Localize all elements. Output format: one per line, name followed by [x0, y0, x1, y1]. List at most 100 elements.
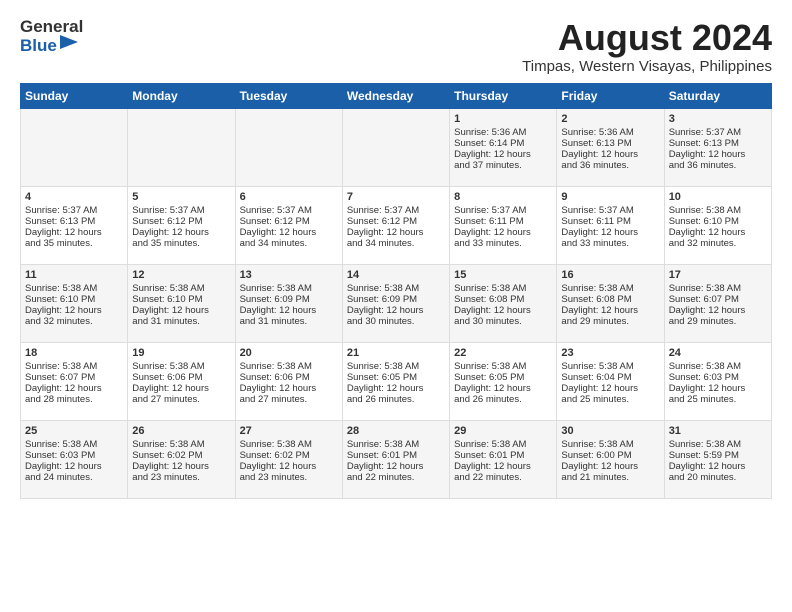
day-info: Sunset: 6:03 PM [25, 450, 123, 461]
day-number: 18 [25, 347, 123, 359]
day-number: 7 [347, 191, 445, 203]
calendar-week-1: 4Sunrise: 5:37 AMSunset: 6:13 PMDaylight… [21, 186, 772, 264]
day-info: Sunset: 6:10 PM [132, 294, 230, 305]
day-number: 20 [240, 347, 338, 359]
day-info: and 27 minutes. [132, 394, 230, 405]
day-number: 23 [561, 347, 659, 359]
day-number: 19 [132, 347, 230, 359]
day-number: 16 [561, 269, 659, 281]
day-info: Daylight: 12 hours [132, 383, 230, 394]
calendar-cell: 13Sunrise: 5:38 AMSunset: 6:09 PMDayligh… [235, 264, 342, 342]
day-number: 26 [132, 425, 230, 437]
day-info: Sunset: 6:12 PM [132, 216, 230, 227]
day-info: Sunset: 6:11 PM [561, 216, 659, 227]
day-info: Sunrise: 5:37 AM [25, 205, 123, 216]
calendar-cell [21, 108, 128, 186]
day-number: 11 [25, 269, 123, 281]
header-cell-friday: Friday [557, 83, 664, 108]
day-info: and 26 minutes. [454, 394, 552, 405]
calendar-cell: 26Sunrise: 5:38 AMSunset: 6:02 PMDayligh… [128, 420, 235, 498]
day-info: Sunrise: 5:38 AM [669, 439, 767, 450]
calendar-cell: 23Sunrise: 5:38 AMSunset: 6:04 PMDayligh… [557, 342, 664, 420]
calendar-cell: 19Sunrise: 5:38 AMSunset: 6:06 PMDayligh… [128, 342, 235, 420]
day-info: Daylight: 12 hours [454, 383, 552, 394]
day-info: Sunset: 6:00 PM [561, 450, 659, 461]
day-info: and 29 minutes. [561, 316, 659, 327]
calendar-cell: 29Sunrise: 5:38 AMSunset: 6:01 PMDayligh… [450, 420, 557, 498]
calendar-cell: 2Sunrise: 5:36 AMSunset: 6:13 PMDaylight… [557, 108, 664, 186]
day-number: 4 [25, 191, 123, 203]
day-info: and 31 minutes. [240, 316, 338, 327]
calendar-cell: 21Sunrise: 5:38 AMSunset: 6:05 PMDayligh… [342, 342, 449, 420]
day-number: 9 [561, 191, 659, 203]
page: General Blue August 2024 Timpas, Western… [0, 0, 792, 612]
day-info: Daylight: 12 hours [561, 461, 659, 472]
day-info: and 24 minutes. [25, 472, 123, 483]
day-info: and 23 minutes. [240, 472, 338, 483]
day-info: Sunset: 6:07 PM [669, 294, 767, 305]
day-info: and 36 minutes. [561, 160, 659, 171]
day-number: 13 [240, 269, 338, 281]
day-info: Sunset: 6:09 PM [347, 294, 445, 305]
day-info: Sunset: 6:13 PM [669, 138, 767, 149]
day-info: Daylight: 12 hours [669, 149, 767, 160]
day-number: 29 [454, 425, 552, 437]
day-info: Sunrise: 5:37 AM [240, 205, 338, 216]
day-info: Sunset: 6:01 PM [347, 450, 445, 461]
day-info: Sunrise: 5:38 AM [25, 283, 123, 294]
day-info: and 30 minutes. [454, 316, 552, 327]
day-number: 1 [454, 113, 552, 125]
day-info: and 25 minutes. [669, 394, 767, 405]
day-number: 15 [454, 269, 552, 281]
logo-blue: Blue [20, 37, 57, 54]
day-info: and 34 minutes. [347, 238, 445, 249]
header-row: SundayMondayTuesdayWednesdayThursdayFrid… [21, 83, 772, 108]
header-cell-tuesday: Tuesday [235, 83, 342, 108]
day-info: and 25 minutes. [561, 394, 659, 405]
calendar-cell [342, 108, 449, 186]
day-info: Daylight: 12 hours [454, 149, 552, 160]
logo-arrow-icon [60, 35, 78, 53]
header: General Blue August 2024 Timpas, Western… [20, 18, 772, 75]
calendar-header: SundayMondayTuesdayWednesdayThursdayFrid… [21, 83, 772, 108]
day-number: 10 [669, 191, 767, 203]
day-info: Sunrise: 5:38 AM [669, 361, 767, 372]
calendar-cell: 11Sunrise: 5:38 AMSunset: 6:10 PMDayligh… [21, 264, 128, 342]
day-info: Daylight: 12 hours [240, 227, 338, 238]
header-cell-wednesday: Wednesday [342, 83, 449, 108]
day-info: Daylight: 12 hours [25, 383, 123, 394]
day-info: Daylight: 12 hours [669, 305, 767, 316]
calendar-week-2: 11Sunrise: 5:38 AMSunset: 6:10 PMDayligh… [21, 264, 772, 342]
calendar-week-3: 18Sunrise: 5:38 AMSunset: 6:07 PMDayligh… [21, 342, 772, 420]
day-info: Daylight: 12 hours [132, 227, 230, 238]
day-number: 12 [132, 269, 230, 281]
day-info: Sunrise: 5:38 AM [240, 361, 338, 372]
header-cell-saturday: Saturday [664, 83, 771, 108]
day-info: Sunrise: 5:38 AM [132, 361, 230, 372]
day-info: Daylight: 12 hours [347, 461, 445, 472]
day-info: Sunrise: 5:38 AM [347, 283, 445, 294]
day-info: Sunset: 6:02 PM [240, 450, 338, 461]
day-number: 31 [669, 425, 767, 437]
day-info: Sunset: 6:01 PM [454, 450, 552, 461]
calendar-cell: 9Sunrise: 5:37 AMSunset: 6:11 PMDaylight… [557, 186, 664, 264]
day-info: Sunrise: 5:36 AM [561, 127, 659, 138]
calendar-cell: 31Sunrise: 5:38 AMSunset: 5:59 PMDayligh… [664, 420, 771, 498]
day-info: Sunrise: 5:38 AM [132, 283, 230, 294]
day-info: Sunset: 5:59 PM [669, 450, 767, 461]
day-info: and 37 minutes. [454, 160, 552, 171]
day-number: 22 [454, 347, 552, 359]
day-info: Sunset: 6:14 PM [454, 138, 552, 149]
day-info: Daylight: 12 hours [561, 149, 659, 160]
day-info: and 23 minutes. [132, 472, 230, 483]
day-info: Sunset: 6:07 PM [25, 372, 123, 383]
day-info: and 35 minutes. [132, 238, 230, 249]
calendar-cell: 15Sunrise: 5:38 AMSunset: 6:08 PMDayligh… [450, 264, 557, 342]
day-info: Daylight: 12 hours [347, 305, 445, 316]
calendar-week-0: 1Sunrise: 5:36 AMSunset: 6:14 PMDaylight… [21, 108, 772, 186]
calendar-cell [128, 108, 235, 186]
day-info: Daylight: 12 hours [240, 383, 338, 394]
day-info: Daylight: 12 hours [561, 227, 659, 238]
day-info: and 36 minutes. [669, 160, 767, 171]
calendar-cell: 17Sunrise: 5:38 AMSunset: 6:07 PMDayligh… [664, 264, 771, 342]
